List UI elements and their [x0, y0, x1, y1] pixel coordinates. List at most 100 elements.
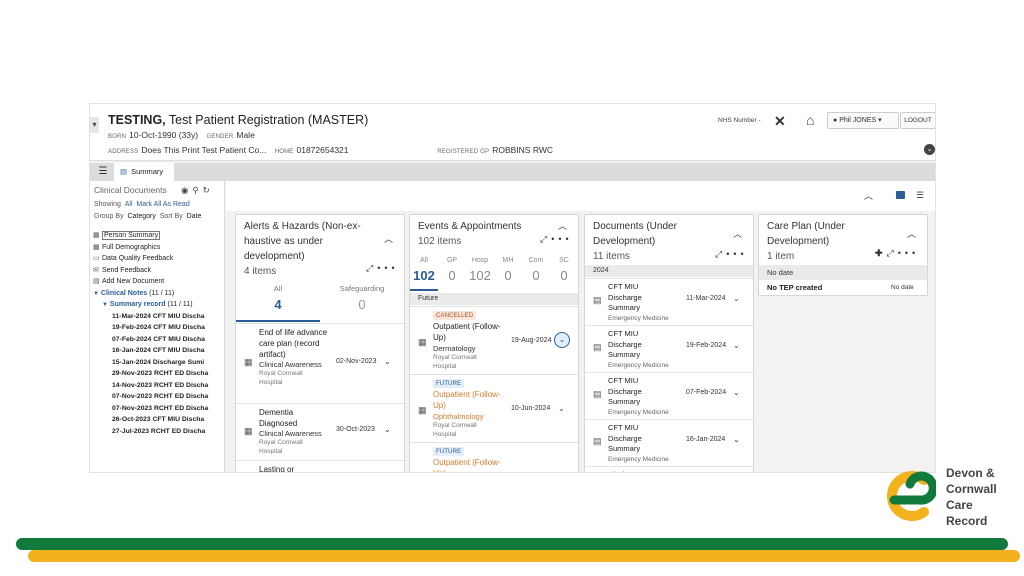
events-count: 102 items — [418, 236, 462, 247]
more-icon[interactable]: ••• — [377, 263, 398, 273]
nav-clinical-notes[interactable]: ▼ Clinical Notes (11 / 11) — [93, 288, 224, 300]
summary-record-item[interactable]: 07-Nov-2023 RCHT ED Discha — [93, 391, 224, 403]
chevron-down-icon[interactable]: ⌄ — [554, 332, 570, 348]
chevron-up-icon[interactable]: ︿ — [384, 232, 393, 245]
expand-icon[interactable]: ⤢ — [540, 234, 551, 244]
tab-safeguarding[interactable]: Safeguarding 0 — [320, 284, 404, 312]
nav-data-quality-feedback[interactable]: ▭ Data Quality Feedback — [93, 253, 224, 265]
more-icon[interactable]: ••• — [551, 234, 572, 244]
home-icon[interactable]: ⌂ — [806, 112, 814, 128]
chevron-down-icon[interactable]: ⌄ — [384, 425, 391, 434]
mark-all-read-link[interactable]: Mark All As Read — [136, 201, 189, 208]
chevron-down-icon[interactable]: ⌄ — [924, 144, 935, 155]
user-menu-button[interactable]: ● Phil JONES ▾ — [827, 112, 899, 129]
search-icon[interactable]: ⚲ — [192, 185, 202, 195]
status-badge: FUTURE — [433, 447, 465, 456]
list-item[interactable]: CFT MIU Discharge Summary ▤ 07-Feb-2024 ⌄ Em… — [585, 372, 753, 419]
expand-triangle-icon: ▼ — [93, 290, 99, 297]
chevron-down-icon[interactable]: ⌄ — [733, 435, 740, 444]
add-icon[interactable]: ✚ — [875, 248, 887, 258]
status-badge: CANCELLED — [433, 311, 477, 320]
refresh-icon[interactable]: ↻ — [203, 185, 214, 195]
summary-record-item[interactable]: 14-Nov-2023 RCHT ED Discha — [93, 380, 224, 392]
list-item[interactable]: CFT MIU Discharge Summary ▤ 11-Mar-2024 ⌄ Em… — [585, 278, 753, 325]
hamburger-menu-icon[interactable]: ☰ — [94, 163, 112, 181]
filter-hosp[interactable]: Hosp 102 — [466, 257, 494, 283]
careplan-count: 1 item — [767, 251, 795, 262]
summary-record-item[interactable]: 07-Nov-2023 RCHT ED Discha — [93, 403, 224, 415]
filter-mh[interactable]: MH 0 — [494, 257, 522, 283]
patient-banner: ▾ TESTING, Test Patient Registration (MA… — [90, 104, 935, 161]
summary-record-item[interactable]: 15-Jan-2024 Discharge Sumi — [93, 357, 224, 369]
expand-icon[interactable]: ⤢ — [715, 249, 726, 259]
list-item[interactable]: No TEP created No date — [759, 280, 927, 295]
expand-icon[interactable]: ⤢ — [887, 248, 898, 258]
banner-collapse-toggle[interactable]: ▾ — [90, 117, 99, 133]
patient-dob: 10-Oct-1990 (33y) — [129, 130, 199, 140]
list-view-icon[interactable]: ☰ — [916, 190, 924, 201]
summary-record-item[interactable]: 27-Jul-2023 RCHT ED Discha — [93, 426, 224, 438]
nav-add-new-document[interactable]: ▤ Add New Document — [93, 276, 224, 288]
footer-yellow-bar — [28, 550, 1020, 562]
nav-summary-record[interactable]: ▼ Summary record (11 / 11) — [93, 299, 224, 311]
chevron-up-icon[interactable]: ︿ — [733, 227, 742, 240]
card-view-icon[interactable] — [896, 191, 905, 199]
nav-send-feedback[interactable]: ✉ Send Feedback — [93, 265, 224, 277]
nav-person-summary[interactable]: ▦ Person Summary — [93, 230, 224, 242]
list-item[interactable]: CFT MIU Discharge Summary ▤ 19-Feb-2024 ⌄ Em… — [585, 325, 753, 372]
hospital-icon: ▦ — [244, 357, 253, 367]
group-header-future: Future — [410, 293, 578, 305]
list-item[interactable]: CFT MIU Discharge Summary ▤ 16-Jan-2024 ⌄ Em… — [585, 419, 753, 466]
list-item[interactable]: CANCELLED Outpatient (Follow-Up) Dermato… — [410, 306, 578, 374]
events-tools: ⤢••• — [540, 234, 573, 245]
showing-filter[interactable]: All — [125, 201, 133, 208]
sort-by-select[interactable]: Date — [187, 213, 202, 220]
summary-record-item[interactable]: 29-Nov-2023 RCHT ED Discha — [93, 368, 224, 380]
list-item[interactable]: ▦ End of life advance care plan (record … — [236, 323, 404, 403]
tab-summary[interactable]: ▤ Summary — [114, 163, 174, 181]
group-sort-row: Group By Category Sort By Date — [94, 213, 202, 220]
app-screenshot: ▾ TESTING, Test Patient Registration (MA… — [89, 103, 936, 473]
chevron-down-icon[interactable]: ⌄ — [384, 357, 391, 366]
more-icon[interactable]: ••• — [726, 249, 747, 259]
documents-tools: ⤢••• — [715, 249, 748, 260]
chevron-up-icon[interactable]: ︿ — [864, 189, 873, 202]
nav-full-demographics[interactable]: ▦ Full Demographics — [93, 242, 224, 254]
list-item[interactable]: Discharge — [585, 466, 753, 472]
tab-all[interactable]: All 4 — [236, 284, 320, 322]
footer-green-bar — [16, 538, 1008, 550]
summary-record-item[interactable]: 19-Feb-2024 CFT MIU Discha — [93, 322, 224, 334]
filter-gp[interactable]: GP 0 — [438, 257, 466, 283]
filter-sc[interactable]: SC 0 — [550, 257, 578, 283]
expand-icon[interactable]: ⤢ — [366, 263, 377, 273]
list-item[interactable]: FUTURE Outpatient (Follow-Up) — [410, 442, 578, 472]
list-item[interactable]: FUTURE Outpatient (Follow-Up) Ophthalmol… — [410, 374, 578, 442]
document-icon: ▤ — [593, 436, 602, 446]
filter-com[interactable]: Com 0 — [522, 257, 550, 283]
summary-record-item[interactable]: 11-Mar-2024 CFT MIU Discha — [93, 311, 224, 323]
group-by-select[interactable]: Category — [127, 213, 155, 220]
summary-record-item[interactable]: 26-Oct-2023 CFT MIU Discha — [93, 414, 224, 426]
alerts-tabs: All 4 Safeguarding 0 — [236, 284, 404, 322]
chevron-down-icon[interactable]: ⌄ — [733, 388, 740, 397]
nhs-number-dropdown[interactable]: NHS Number - — [718, 117, 761, 124]
events-filters: All 102 GP 0 Hosp 102 MH 0 Com 0 SC 0 — [410, 257, 578, 291]
main-area: ︿ ☰ Alerts & Hazards (Non-ex-haustive as… — [226, 181, 935, 472]
logout-button[interactable]: LOGOUT — [900, 112, 935, 129]
chevron-up-icon[interactable]: ︿ — [558, 219, 567, 232]
chevron-up-icon[interactable]: ︿ — [907, 227, 916, 240]
more-icon[interactable]: ••• — [898, 248, 919, 258]
chevron-down-icon[interactable]: ⌄ — [733, 294, 740, 303]
list-item[interactable]: ▦ Dementia Diagnosed Clinical Awareness … — [236, 403, 404, 460]
summary-record-item[interactable]: 07-Feb-2024 CFT MIU Discha — [93, 334, 224, 346]
hospital-icon: ▦ — [418, 337, 427, 347]
chevron-down-icon[interactable]: ⌄ — [558, 404, 565, 413]
filter-all[interactable]: All 102 — [410, 257, 438, 291]
list-item[interactable]: Lasting or — [236, 460, 404, 472]
summary-record-list: 11-Mar-2024 CFT MIU Discha 19-Feb-2024 CF… — [93, 311, 224, 438]
summary-record-item[interactable]: 16-Jan-2024 CFT MIU Discha — [93, 345, 224, 357]
alerts-tools: ⤢••• — [366, 263, 399, 274]
view-icon[interactable]: ◉ — [181, 185, 192, 195]
chevron-down-icon[interactable]: ⌄ — [733, 341, 740, 350]
close-patient-icon[interactable]: ✕ — [774, 113, 786, 130]
